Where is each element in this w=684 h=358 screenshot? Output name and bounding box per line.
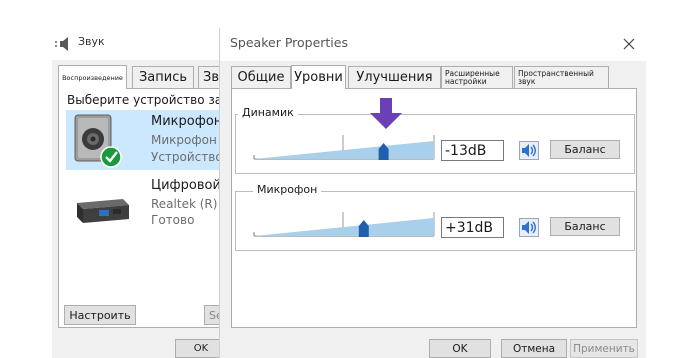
device-name: Микрофон xyxy=(151,114,223,129)
volume-slider[interactable] xyxy=(252,133,436,163)
tab-spatial-sound[interactable]: Пространственный звук xyxy=(514,66,609,88)
balance-button[interactable]: Баланс xyxy=(550,140,620,159)
apply-button[interactable]: Применить xyxy=(570,339,638,358)
tab-recording[interactable]: Запись xyxy=(132,66,194,88)
device-list-panel: Выберите устройство зап Микрофон Микрофо… xyxy=(58,88,230,328)
slider-fill xyxy=(254,218,434,236)
tab-advanced[interactable]: Расширенные настройки xyxy=(441,66,513,88)
sound-window: Звук Воспроизведение Запись Зв Выберите … xyxy=(52,28,230,358)
digital-output-icon xyxy=(77,199,129,223)
sound-titlebar[interactable]: Звук xyxy=(52,28,224,60)
speaker-level-group: Динамик -13dB Баланс xyxy=(235,106,635,174)
props-titlebar[interactable]: Speaker Properties xyxy=(220,28,647,61)
speaker-icon xyxy=(55,37,68,51)
slider-fill xyxy=(254,141,434,159)
sound-window-title: Звук xyxy=(78,35,105,48)
device-status: Устройство xyxy=(151,150,223,164)
speaker-icon[interactable] xyxy=(519,141,539,160)
device-name: Цифровой xyxy=(151,178,221,193)
tab-enhancements[interactable]: Улучшения xyxy=(348,66,441,88)
tab-general[interactable]: Общие xyxy=(231,66,291,88)
cancel-button[interactable]: Отмена xyxy=(501,339,567,358)
group-label: Динамик xyxy=(238,106,298,119)
ok-button[interactable]: OK xyxy=(429,339,491,358)
speaker-icon[interactable] xyxy=(519,218,539,237)
volume-slider[interactable] xyxy=(252,210,436,240)
speaker-properties-window: Speaker Properties Общие Уровни Улучшени… xyxy=(219,28,647,358)
speaker-default-icon xyxy=(74,114,122,168)
configure-button[interactable]: Настроить xyxy=(64,305,136,325)
device-driver: Realtek (R) xyxy=(151,197,218,211)
device-status: Готово xyxy=(151,213,195,227)
group-label: Микрофон xyxy=(253,183,322,196)
balance-button[interactable]: Баланс xyxy=(550,217,620,236)
device-instruction: Выберите устройство зап xyxy=(67,93,230,107)
props-window-title: Speaker Properties xyxy=(230,35,348,50)
slider-thumb[interactable] xyxy=(358,220,369,237)
device-driver: Микрофон xyxy=(151,133,217,147)
close-icon[interactable] xyxy=(622,37,636,51)
tab-levels[interactable]: Уровни xyxy=(291,65,346,89)
microphone-level-group: Микрофон +31dB Баланс xyxy=(235,183,635,251)
levels-panel: Динамик -13dB Баланс Микрофон +31dB Бала… xyxy=(231,88,637,328)
level-value[interactable]: +31dB xyxy=(441,217,504,238)
slider-thumb[interactable] xyxy=(378,143,389,160)
level-value[interactable]: -13dB xyxy=(441,140,504,161)
tab-playback[interactable]: Воспроизведение xyxy=(58,65,127,89)
